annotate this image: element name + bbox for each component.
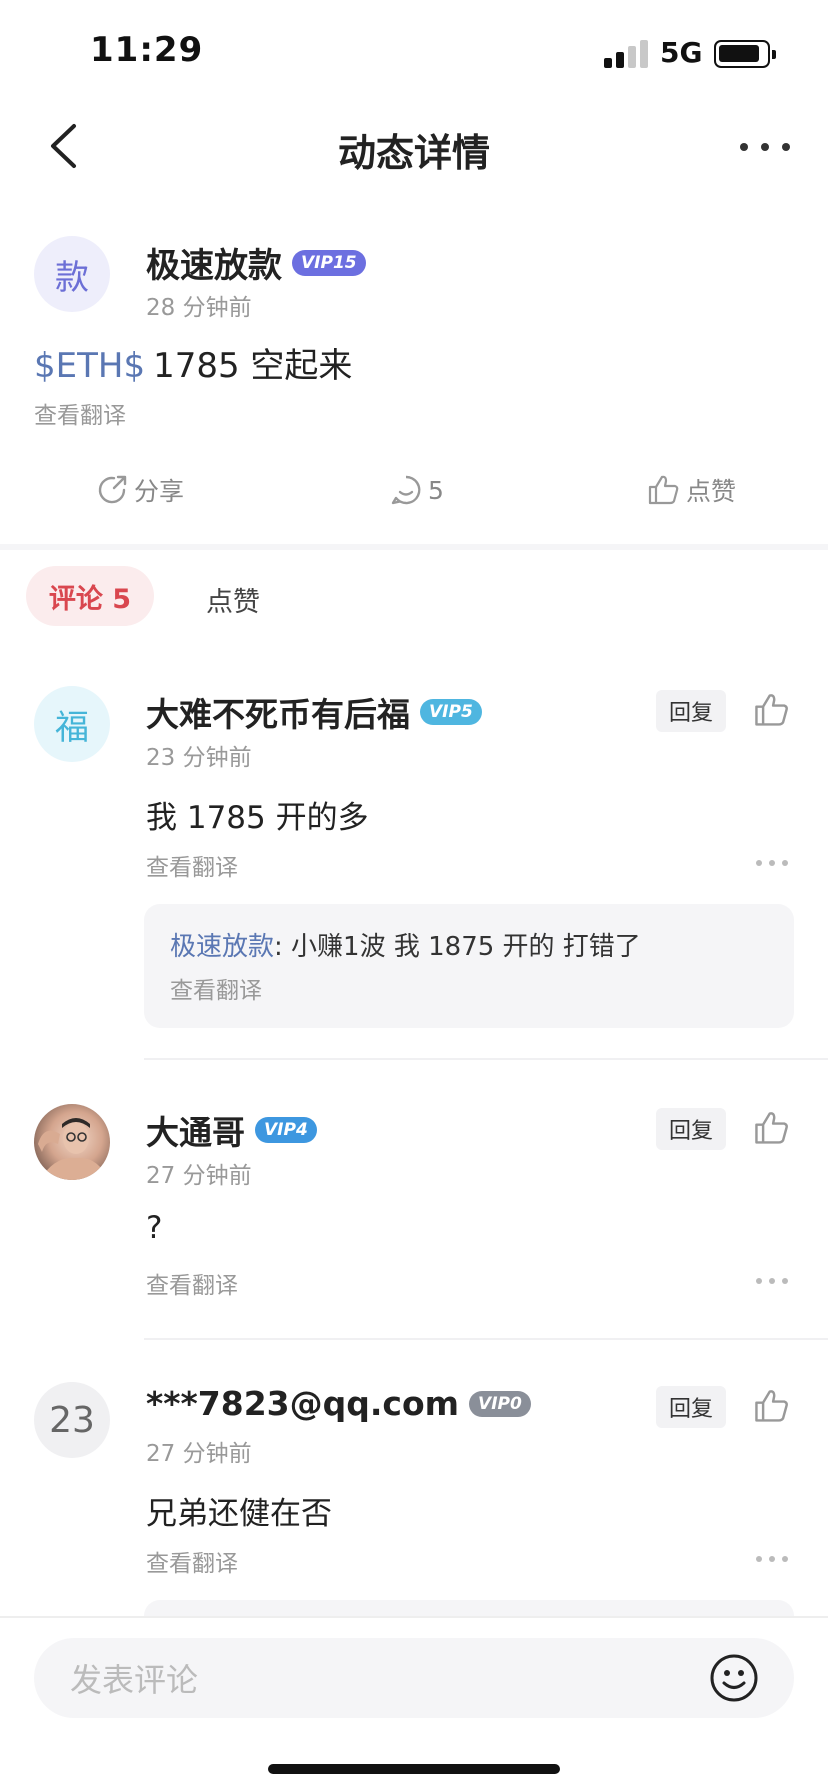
like-button[interactable]: 点赞 <box>646 462 736 518</box>
section-divider <box>0 544 828 550</box>
comment-time: 23 分钟前 <box>146 745 252 771</box>
tab-comments[interactable]: 评论 5 <box>26 566 154 626</box>
comment-text: 我 1785 开的多 <box>146 800 369 836</box>
tab-likes[interactable]: 点赞 <box>206 580 260 619</box>
comment-author: 大通哥 VIP4 <box>146 1106 317 1154</box>
share-label: 分享 <box>134 477 185 506</box>
bottom-bar: 发表评论 <box>0 1618 828 1792</box>
post-username[interactable]: 极速放款 <box>146 238 282 287</box>
nav-bar: 动态详情 <box>0 100 828 195</box>
sub-reply-author[interactable]: 极速放款 <box>170 932 274 962</box>
signal-icon <box>604 38 648 68</box>
sub-reply-line: 极速放款: 小赚1波 我 1875 开的 打错了 <box>170 926 768 963</box>
vip-badge: VIP15 <box>292 249 366 276</box>
vip-badge: VIP0 <box>469 1390 531 1417</box>
coin-tag-link[interactable]: $ETH$ <box>34 346 145 386</box>
comment-username[interactable]: ***7823@qq.com <box>146 1384 459 1423</box>
status-time: 11:29 <box>90 30 204 70</box>
post-actions: 分享 5 点赞 <box>0 462 828 518</box>
comment-time: 27 分钟前 <box>146 1163 252 1189</box>
post-time: 28 分钟前 <box>146 295 252 321</box>
comment-time: 27 分钟前 <box>146 1441 252 1467</box>
comment-author: 大难不死币有后福 VIP5 <box>146 688 482 736</box>
post-avatar[interactable]: 款 <box>34 236 110 312</box>
home-indicator[interactable] <box>268 1764 560 1774</box>
translate-link[interactable]: 查看翻译 <box>34 396 126 430</box>
translate-link[interactable]: 查看翻译 <box>146 1544 238 1578</box>
reply-button[interactable]: 回复 <box>656 1386 726 1428</box>
share-button[interactable]: 分享 <box>94 462 184 518</box>
battery-icon <box>714 40 776 68</box>
more-options-icon[interactable] <box>756 1276 788 1286</box>
more-options-icon[interactable] <box>756 1554 788 1564</box>
network-label: 5G <box>660 36 703 69</box>
vip-badge: VIP5 <box>420 699 482 725</box>
reply-button[interactable]: 回复 <box>656 1108 726 1150</box>
comment-separator <box>144 1338 828 1340</box>
more-options-icon[interactable] <box>756 858 788 868</box>
more-options-icon[interactable] <box>740 132 790 162</box>
avatar-photo <box>38 1118 108 1180</box>
sub-reply[interactable]: 极速放款: 小赚1波 我 1875 开的 打错了 查看翻译 <box>144 904 794 1028</box>
vip-badge: VIP4 <box>255 1117 317 1143</box>
thumbs-up-icon[interactable] <box>752 690 792 730</box>
comment-author: ***7823@qq.com VIP0 <box>146 1384 531 1423</box>
post-content: $ETH$ 1785 空起来 <box>34 338 352 387</box>
translate-link[interactable]: 查看翻译 <box>146 848 238 882</box>
comment-avatar[interactable]: 23 <box>34 1382 110 1458</box>
reply-button[interactable]: 回复 <box>656 690 726 732</box>
comment-avatar[interactable]: 福 <box>34 686 110 762</box>
comment-input[interactable]: 发表评论 <box>34 1638 794 1718</box>
page-title: 动态详情 <box>337 131 490 175</box>
translate-link[interactable]: 查看翻译 <box>146 1266 238 1300</box>
post-author: 极速放款 VIP15 <box>146 238 366 287</box>
comment-button[interactable]: 5 <box>388 462 444 518</box>
comment-text: ? <box>146 1210 163 1246</box>
like-label: 点赞 <box>686 477 737 506</box>
comment-icon <box>391 475 421 505</box>
thumbs-up-icon[interactable] <box>752 1108 792 1148</box>
comment-avatar[interactable] <box>34 1104 110 1180</box>
comment-count: 5 <box>428 475 444 505</box>
thumbs-up-icon <box>648 475 679 505</box>
comment-text: 兄弟还健在否 <box>146 1496 332 1532</box>
sub-reply-text: : 小赚1波 我 1875 开的 打错了 <box>274 932 641 962</box>
status-bar: 11:29 5G <box>0 0 828 100</box>
post-text: 1785 空起来 <box>153 346 353 386</box>
comment-username[interactable]: 大通哥 <box>146 1106 245 1154</box>
tab-bar: 评论 5 点赞 <box>0 566 828 626</box>
comment-username[interactable]: 大难不死币有后福 <box>146 688 410 736</box>
translate-link[interactable]: 查看翻译 <box>170 971 768 1005</box>
comment-separator <box>144 1058 828 1060</box>
thumbs-up-icon[interactable] <box>752 1386 792 1426</box>
emoji-icon[interactable] <box>708 1652 760 1704</box>
share-icon <box>98 475 127 504</box>
